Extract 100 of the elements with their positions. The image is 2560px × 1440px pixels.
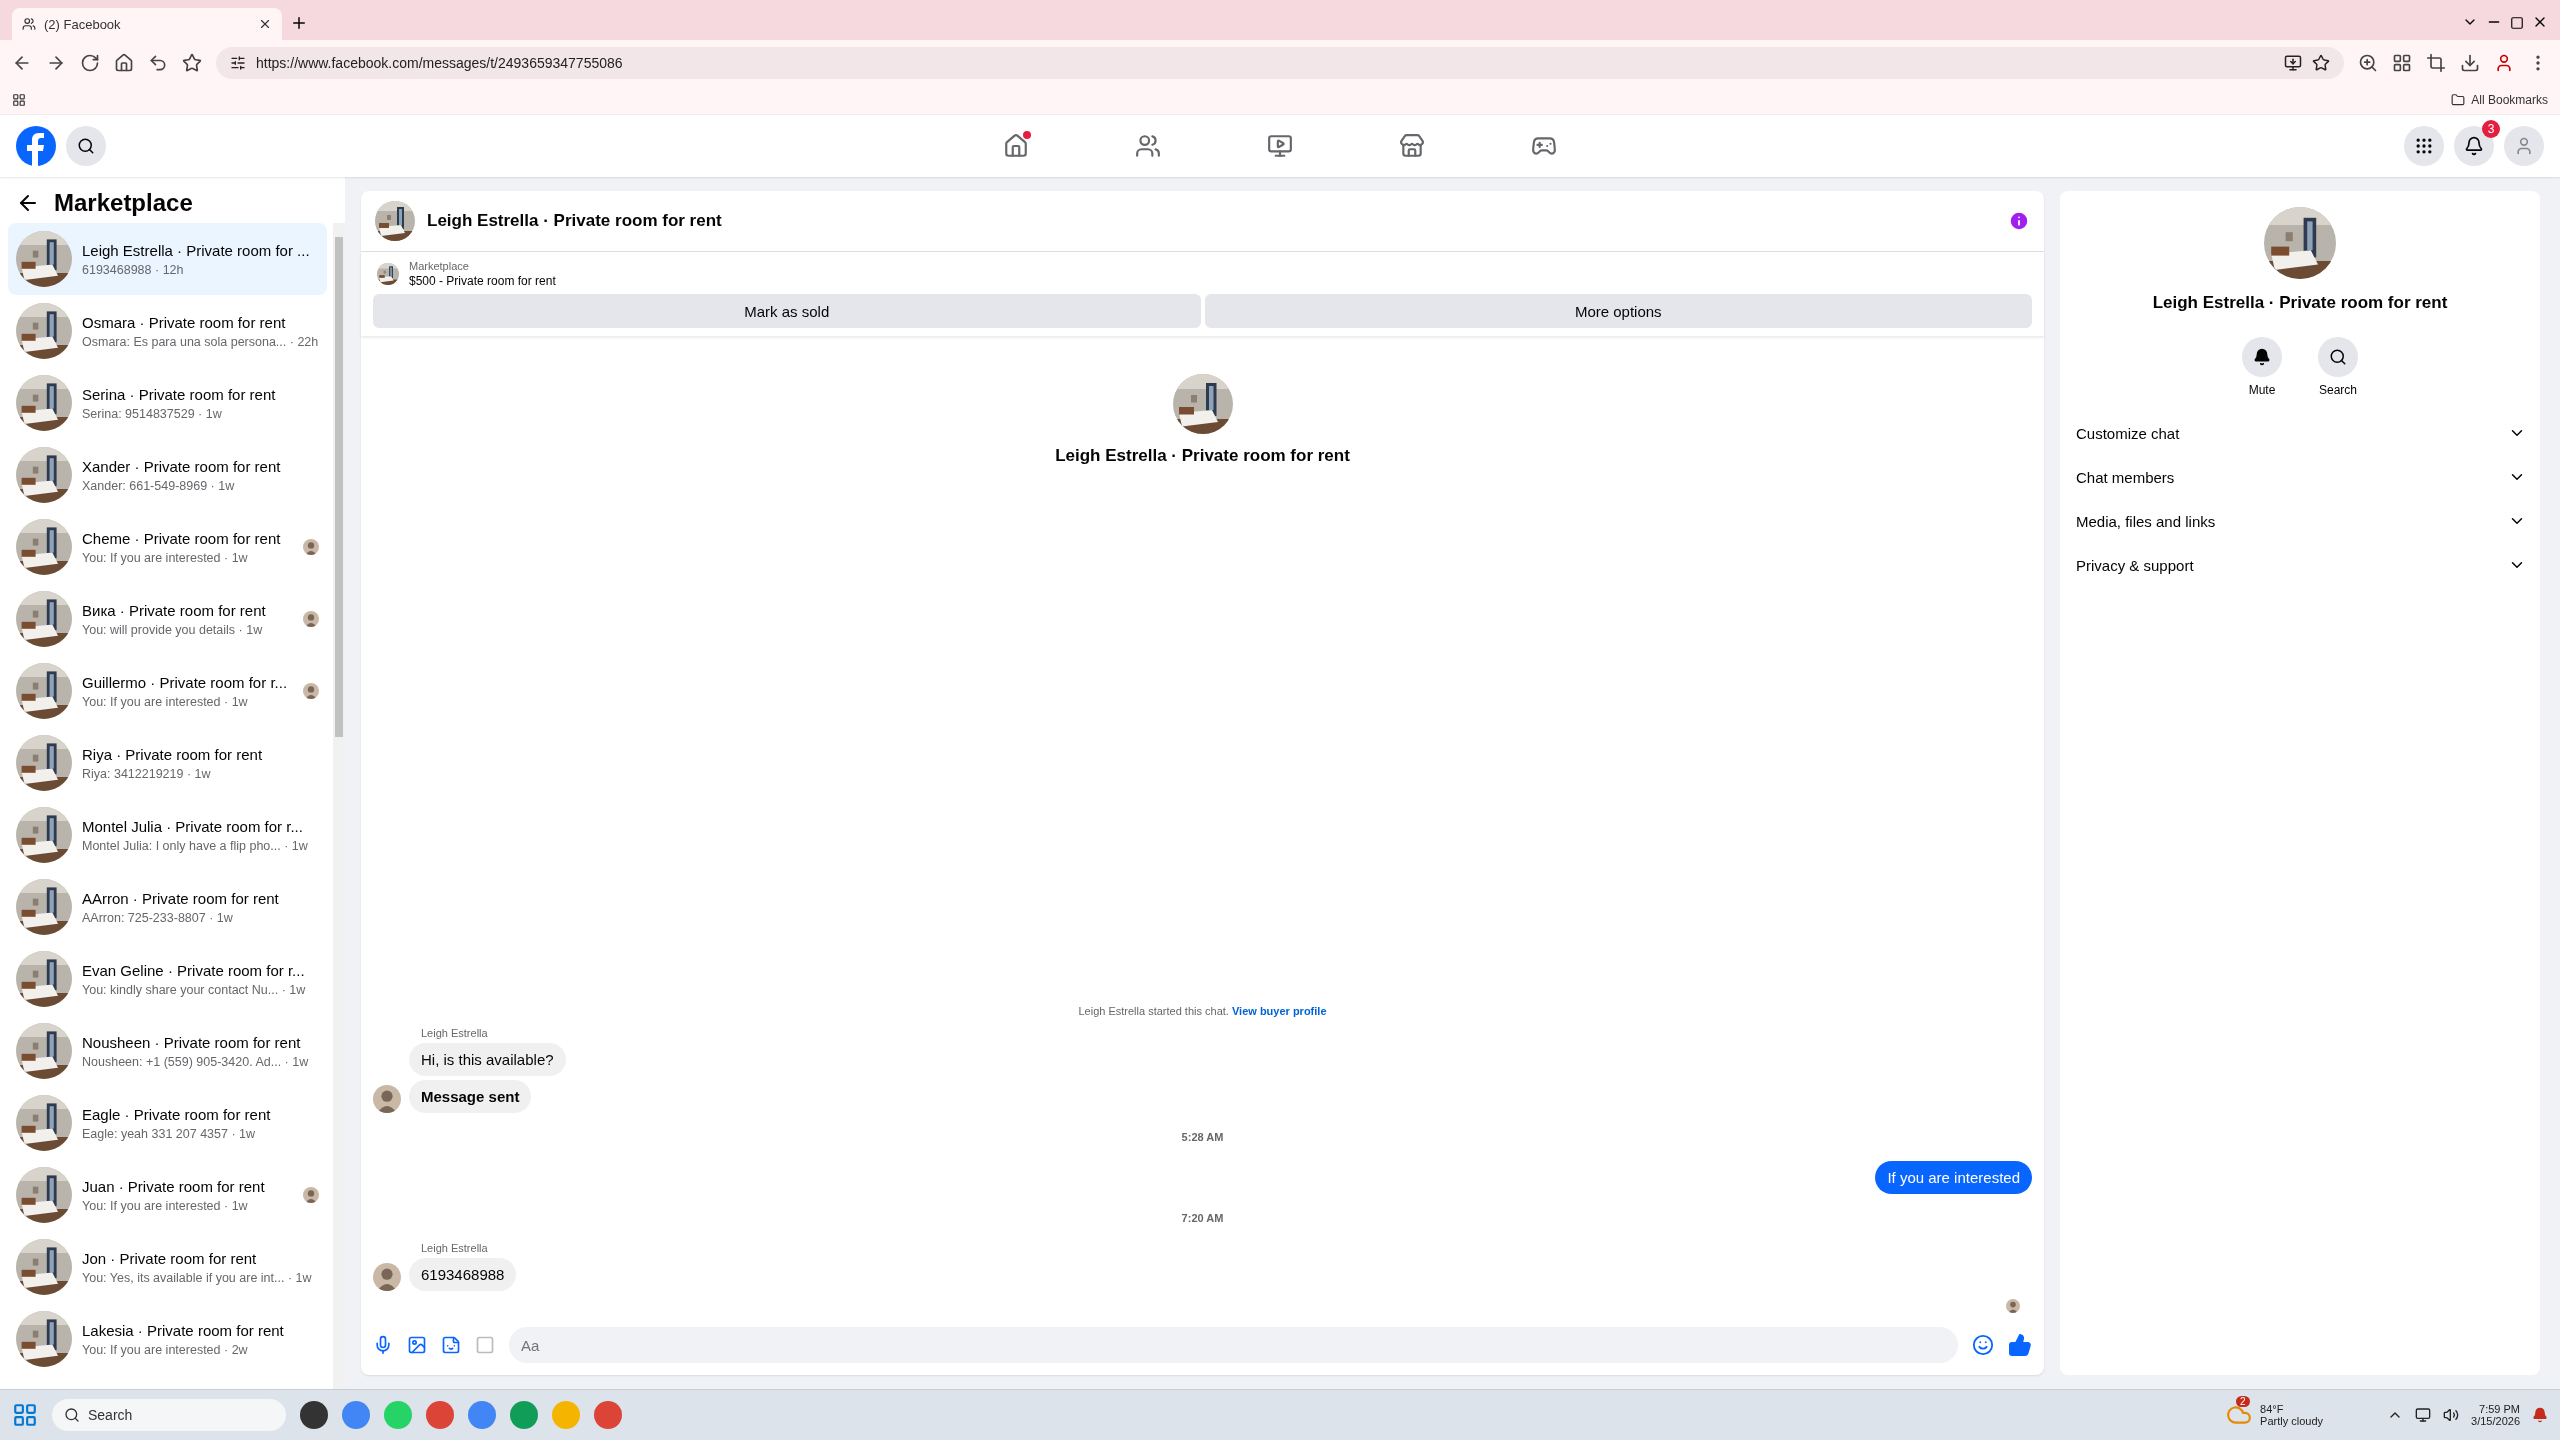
network-icon[interactable] <box>2415 1407 2432 1423</box>
details-section[interactable]: Privacy & support <box>2060 543 2540 587</box>
menu-button[interactable] <box>2404 126 2444 166</box>
grid-icon <box>2414 136 2434 156</box>
notifications-button[interactable] <box>2454 126 2494 166</box>
conversation-title: Guillermo · Private room for r... <box>82 673 289 691</box>
avatar-icon <box>303 683 319 699</box>
emoji-icon[interactable] <box>1972 1334 1994 1356</box>
conversation-title: Serina · Private room for rent <box>82 385 277 403</box>
conversation-item[interactable]: Leigh Estrella · Private room for ... 6193468988 · 12h <box>8 223 327 295</box>
like-icon[interactable] <box>2008 1333 2032 1357</box>
start-icon[interactable] <box>12 1402 38 1428</box>
home-icon[interactable] <box>114 53 134 73</box>
search-icon <box>2329 348 2347 366</box>
friends-icon <box>1135 133 1161 159</box>
avatar-icon <box>303 611 319 627</box>
avatar-icon <box>303 1187 319 1203</box>
conversation-item[interactable]: Osmara · Private room for rent Osmara: Es para una sola persona... · 22h <box>8 295 327 367</box>
site-settings-icon[interactable] <box>230 55 246 71</box>
clock-date: 3/15/2026 <box>2471 1415 2520 1427</box>
facebook-logo[interactable] <box>16 126 56 166</box>
timestamp: 7:20 AM <box>1180 1211 1225 1226</box>
message-bubble: If you are interested <box>1875 1161 2032 1194</box>
conversation-item[interactable]: Nousheen · Private room for rent Nousheen: +1 (559) 905-3420. Ad... · 1w <box>8 1015 327 1087</box>
restore-icon[interactable] <box>2510 16 2524 30</box>
star-icon[interactable] <box>2312 54 2330 72</box>
video-icon <box>1267 133 1293 159</box>
bookmark-icon[interactable] <box>182 53 202 73</box>
address-bar[interactable]: https://www.facebook.com/messages/t/2493659347755086 <box>216 47 2344 79</box>
conversation-item[interactable]: Guillermo · Private room for r... You: If you are interested · 1w <box>8 655 327 727</box>
search-button[interactable] <box>2318 337 2358 377</box>
conversation-title: Вика · Private room for rent <box>82 601 267 619</box>
conversation-item[interactable]: Вика · Private room for rent You: will provide you details · 1w <box>8 583 327 655</box>
browser-tab[interactable]: (2) Facebook <box>12 8 282 40</box>
sender-name: Leigh Estrella <box>420 1027 488 1039</box>
chat-title: Leigh Estrella · Private room for rent <box>427 211 723 231</box>
info-icon[interactable] <box>2008 210 2030 232</box>
details-section[interactable]: Customize chat <box>2060 411 2540 455</box>
scrollbar-thumb[interactable] <box>335 237 343 737</box>
avatar-icon <box>2006 1299 2020 1313</box>
conversation-item[interactable]: Jon · Private room for rent You: Yes, its available if you are int... · 1w <box>8 1231 327 1303</box>
conversation-preview: Eagle: yeah 331 207 4357 · 1w <box>82 1126 257 1141</box>
buyer-profile-link[interactable]: View buyer profile <box>1231 1005 1327 1017</box>
install-icon[interactable] <box>2284 54 2302 72</box>
bell-icon <box>2464 136 2484 156</box>
mute-button[interactable] <box>2242 337 2282 377</box>
conversation-item[interactable]: Riya · Private room for rent Riya: 3412219219 · 1w <box>8 727 327 799</box>
conversation-preview: You: If you are interested · 1w <box>82 694 249 709</box>
account-button[interactable] <box>2504 126 2544 166</box>
message-field[interactable]: Aa <box>509 1327 1958 1363</box>
microphone-icon[interactable] <box>373 1335 393 1355</box>
bookmarks-link[interactable]: All Bookmarks <box>2451 93 2548 107</box>
notification-badge: 3 <box>2482 120 2500 138</box>
conversation-item[interactable]: Juan · Private room for rent You: If you are interested · 1w <box>8 1159 327 1231</box>
apps-icon[interactable] <box>12 93 26 107</box>
conversation-item[interactable]: AArron · Private room for rent AArron: 725-233-8807 · 1w <box>8 871 327 943</box>
folder-icon <box>2451 93 2466 107</box>
search-button[interactable] <box>66 126 106 166</box>
conversation-preview: Serina: 9514837529 · 1w <box>82 406 223 421</box>
sidebar-title: Marketplace <box>54 189 193 217</box>
profile-icon[interactable] <box>2494 53 2514 73</box>
conversation-preview: Xander: 661-549-8969 · 1w <box>82 478 236 493</box>
conversation-item[interactable]: Evan Geline · Private room for r... You: kindly share your contact Nu... · 1w <box>8 943 327 1015</box>
extensions-icon[interactable] <box>2392 53 2412 73</box>
listing-label: Marketplace <box>409 260 470 272</box>
conversation-item[interactable]: Cheme · Private room for rent You: If you are interested · 1w <box>8 511 327 583</box>
taskbar-search[interactable]: Search <box>52 1399 286 1431</box>
conversation-item[interactable]: Eagle · Private room for rent Eagle: yeah 331 207 4357 · 1w <box>8 1087 327 1159</box>
volume-icon[interactable] <box>2443 1407 2460 1423</box>
reload-icon[interactable] <box>80 53 100 73</box>
conversation-item[interactable]: Lakesia · Private room for rent You: If you are interested · 2w <box>8 1303 327 1375</box>
conversation-preview: AArron: 725-233-8807 · 1w <box>82 910 234 925</box>
details-section[interactable]: Chat members <box>2060 455 2540 499</box>
conversation-item[interactable]: Montel Julia · Private room for r... Montel Julia: I only have a flip pho... · 1w <box>8 799 327 871</box>
conversation-preview: You: kindly share your contact Nu... · 1w <box>82 982 307 997</box>
conversation-preview: Montel Julia: I only have a flip pho... · 1w <box>82 838 309 853</box>
crop-icon[interactable] <box>2426 53 2446 73</box>
details-section[interactable]: Media, files and links <box>2060 499 2540 543</box>
details-title: Leigh Estrella · Private room for rent <box>2152 293 2448 313</box>
listing-action-button[interactable]: More options <box>1204 294 2032 328</box>
conversation-title: Nousheen · Private room for rent <box>82 1033 302 1051</box>
zoom-icon[interactable] <box>2358 53 2378 73</box>
image-icon[interactable] <box>407 1335 427 1355</box>
close-icon[interactable] <box>258 17 272 31</box>
undo-icon[interactable] <box>148 53 168 73</box>
conversation-preview: 6193468988 · 12h <box>82 262 185 277</box>
conversation-item[interactable]: Xander · Private room for rent Xander: 661-549-8969 · 1w <box>8 439 327 511</box>
message-bubble: Message sent <box>409 1080 532 1113</box>
search-icon <box>64 1407 80 1423</box>
new-tab-icon[interactable] <box>290 14 308 32</box>
bell-icon <box>2253 348 2271 366</box>
conversation-item[interactable]: Serina · Private room for rent Serina: 9514837529 · 1w <box>8 367 327 439</box>
bell-icon[interactable] <box>2532 1407 2548 1423</box>
sticker-icon[interactable] <box>441 1335 461 1355</box>
temperature: 84°F <box>2260 1403 2285 1415</box>
search-icon <box>77 137 95 155</box>
app-icon[interactable] <box>300 1401 328 1429</box>
download-icon[interactable] <box>2460 53 2480 73</box>
listing-title: $500 - Private room for rent <box>409 274 556 288</box>
listing-action-button[interactable]: Mark as sold <box>373 294 1201 328</box>
